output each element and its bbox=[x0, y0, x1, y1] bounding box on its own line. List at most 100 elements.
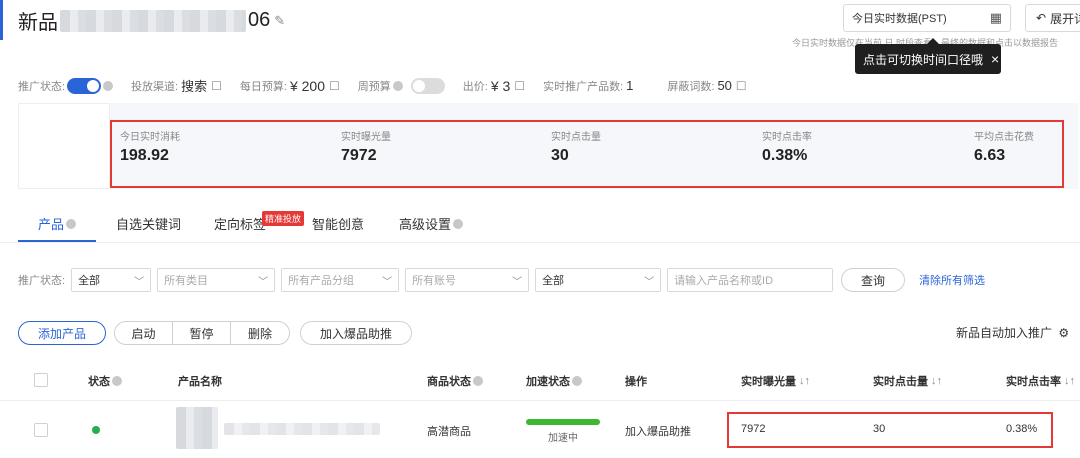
tab-advanced[interactable]: 高级设置 bbox=[399, 214, 464, 233]
edit-title-icon[interactable]: ✎ bbox=[274, 13, 285, 29]
blocked-label: 屏蔽词数: bbox=[667, 80, 715, 93]
tab-targeting[interactable]: 定向标签 bbox=[214, 214, 266, 233]
delete-button[interactable]: 删除 bbox=[231, 322, 289, 344]
help-icon bbox=[453, 218, 464, 229]
calendar-icon: ▦ bbox=[989, 10, 1002, 25]
budget-value: ¥ 200 bbox=[289, 77, 326, 94]
help-icon[interactable] bbox=[103, 80, 114, 91]
stats-side-block bbox=[18, 103, 110, 189]
tab-label: 产品 bbox=[38, 217, 65, 232]
campaign-settings-row: 推广状态: 投放渠道: 搜索 ☐ 每日预算: ¥ 200 ☐ 周预算 出价: ¥… bbox=[18, 76, 765, 95]
bid-label: 出价: bbox=[462, 80, 488, 93]
bid-setting: 出价: ¥ 3 ☐ bbox=[463, 78, 525, 94]
edit-icon[interactable]: ☐ bbox=[211, 79, 222, 93]
product-thumbnail bbox=[176, 407, 218, 449]
sort-icon[interactable]: ↓↑ bbox=[1064, 375, 1075, 387]
boost-button[interactable]: 加入爆品助推 bbox=[300, 321, 412, 345]
sort-icon[interactable]: ↓↑ bbox=[931, 375, 942, 387]
chevron-down-icon: ﹀ bbox=[512, 276, 523, 288]
category-filter[interactable]: 所有类目 ﹀ bbox=[157, 268, 276, 292]
group-filter[interactable]: 所有产品分组 ﹀ bbox=[281, 268, 400, 292]
tab-products[interactable]: 产品 bbox=[38, 214, 77, 233]
add-product-button[interactable]: 添加产品 bbox=[18, 321, 106, 345]
row-checkbox[interactable] bbox=[34, 423, 48, 437]
col-operation: 操作 bbox=[625, 376, 647, 388]
stat-impressions: 实时曝光量 7972 bbox=[341, 128, 391, 165]
query-button[interactable]: 查询 bbox=[841, 268, 906, 292]
tab-label: 智能创意 bbox=[312, 217, 365, 232]
edit-icon[interactable]: ☐ bbox=[514, 79, 525, 93]
account-filter-value: 所有账号 bbox=[412, 275, 457, 287]
col-clicks-label: 实时点击量 bbox=[873, 376, 928, 388]
start-button[interactable]: 启动 bbox=[115, 322, 173, 344]
stat-value: 30 bbox=[551, 147, 569, 164]
speed-status-label: 加速中 bbox=[548, 433, 578, 444]
products-count: 实时推广产品数: 1 bbox=[543, 78, 633, 94]
group-filter-value: 所有产品分组 bbox=[288, 275, 355, 287]
chevron-down-icon: ﹀ bbox=[644, 276, 655, 288]
help-icon bbox=[112, 376, 122, 386]
boost-link[interactable]: 加入爆品助推 bbox=[625, 423, 691, 439]
type-filter[interactable]: 全部 ﹀ bbox=[535, 268, 662, 292]
tab-divider bbox=[0, 242, 1080, 243]
date-range-selector[interactable]: 今日实时数据(PST) ▦ bbox=[843, 4, 1011, 32]
budget-setting: 每日预算: ¥ 200 ☐ bbox=[240, 78, 340, 94]
col-impressions[interactable]: 实时曝光量 ↓↑ bbox=[741, 373, 810, 389]
stat-avg-cpc: 平均点击花费 6.63 bbox=[974, 128, 1034, 165]
stat-value: 0.38% bbox=[762, 147, 808, 164]
time-range-tooltip: 点击可切换时间口径哦 × bbox=[855, 38, 1001, 74]
tab-label: 自选关键词 bbox=[116, 217, 182, 232]
auto-add-setting[interactable]: 新品自动加入推广 ⚙ bbox=[956, 324, 1069, 341]
bulk-action-group: 启动 暂停 删除 bbox=[114, 321, 290, 345]
tab-label: 定向标签 bbox=[214, 217, 267, 232]
tab-keywords[interactable]: 自选关键词 bbox=[116, 214, 181, 233]
blocked-value: 50 bbox=[717, 78, 732, 93]
date-range-label: 今日实时数据(PST) bbox=[852, 13, 947, 25]
col-speed-status-label: 加速状态 bbox=[526, 376, 570, 388]
col-impressions-label: 实时曝光量 bbox=[741, 376, 796, 388]
help-icon bbox=[66, 218, 77, 229]
stat-label: 实时曝光量 bbox=[341, 132, 391, 143]
edit-icon[interactable]: ☐ bbox=[329, 79, 340, 93]
edit-icon[interactable]: ☐ bbox=[736, 79, 747, 93]
tooltip-text: 点击可切换时间口径哦 bbox=[863, 52, 984, 67]
col-clicks[interactable]: 实时点击量 ↓↑ bbox=[873, 373, 942, 389]
channel-value: 搜索 bbox=[181, 79, 208, 94]
weekly-budget-toggle[interactable] bbox=[410, 77, 445, 94]
action-bar: 添加产品 启动 暂停 删除 加入爆品助推 bbox=[18, 321, 412, 345]
table-highlight-box bbox=[727, 412, 1053, 448]
status-label: 推广状态: bbox=[18, 80, 66, 93]
budget-label: 每日预算: bbox=[239, 80, 287, 93]
close-icon[interactable]: × bbox=[991, 51, 999, 67]
stat-label: 实时点击率 bbox=[762, 132, 812, 143]
status-toggle[interactable] bbox=[67, 77, 102, 94]
status-filter-value: 全部 bbox=[78, 275, 101, 287]
clear-filters-link[interactable]: 清除所有筛选 bbox=[919, 272, 985, 288]
tab-label: 高级设置 bbox=[399, 217, 452, 232]
stat-spend: 今日实时消耗 198.92 bbox=[120, 128, 180, 165]
back-arrow-icon: ↶ bbox=[1036, 11, 1047, 25]
stat-label: 实时点击量 bbox=[551, 132, 601, 143]
sort-icon[interactable]: ↓↑ bbox=[799, 375, 810, 387]
select-all-checkbox[interactable] bbox=[34, 373, 48, 387]
blocked-words: 屏蔽词数: 50 ☐ bbox=[667, 78, 746, 94]
page-title: 新品 06 ✎ bbox=[18, 6, 285, 35]
expand-details-button[interactable]: ↶ 展开详 bbox=[1025, 4, 1080, 32]
chevron-down-icon: ﹀ bbox=[258, 276, 269, 288]
channel-label: 投放渠道: bbox=[131, 80, 179, 93]
gear-icon[interactable]: ⚙ bbox=[1058, 326, 1069, 340]
product-name-redacted[interactable] bbox=[224, 423, 380, 435]
status-filter[interactable]: 全部 ﹀ bbox=[71, 268, 152, 292]
search-input[interactable]: 请输入产品名称或ID bbox=[667, 268, 834, 292]
tab-smart-creative[interactable]: 智能创意 bbox=[312, 214, 364, 233]
title-redacted bbox=[60, 9, 246, 32]
help-icon[interactable] bbox=[392, 80, 403, 91]
products-label: 实时推广产品数: bbox=[543, 80, 624, 93]
col-ctr-label: 实时点击率 bbox=[1006, 376, 1061, 388]
col-ctr[interactable]: 实时点击率 ↓↑ bbox=[1006, 373, 1075, 389]
pause-button[interactable]: 暂停 bbox=[173, 322, 231, 344]
channel-setting: 投放渠道: 搜索 ☐ bbox=[131, 76, 222, 95]
account-filter[interactable]: 所有账号 ﹀ bbox=[405, 268, 530, 292]
table-header: 状态 产品名称 商品状态 加速状态 操作 实时曝光量 ↓↑ 实时点击量 ↓↑ 实… bbox=[0, 366, 1080, 396]
filter-bar: 推广状态: 全部 ﹀ 所有类目 ﹀ 所有产品分组 ﹀ 所有账号 ﹀ 全部 ﹀ 请… bbox=[18, 268, 985, 292]
